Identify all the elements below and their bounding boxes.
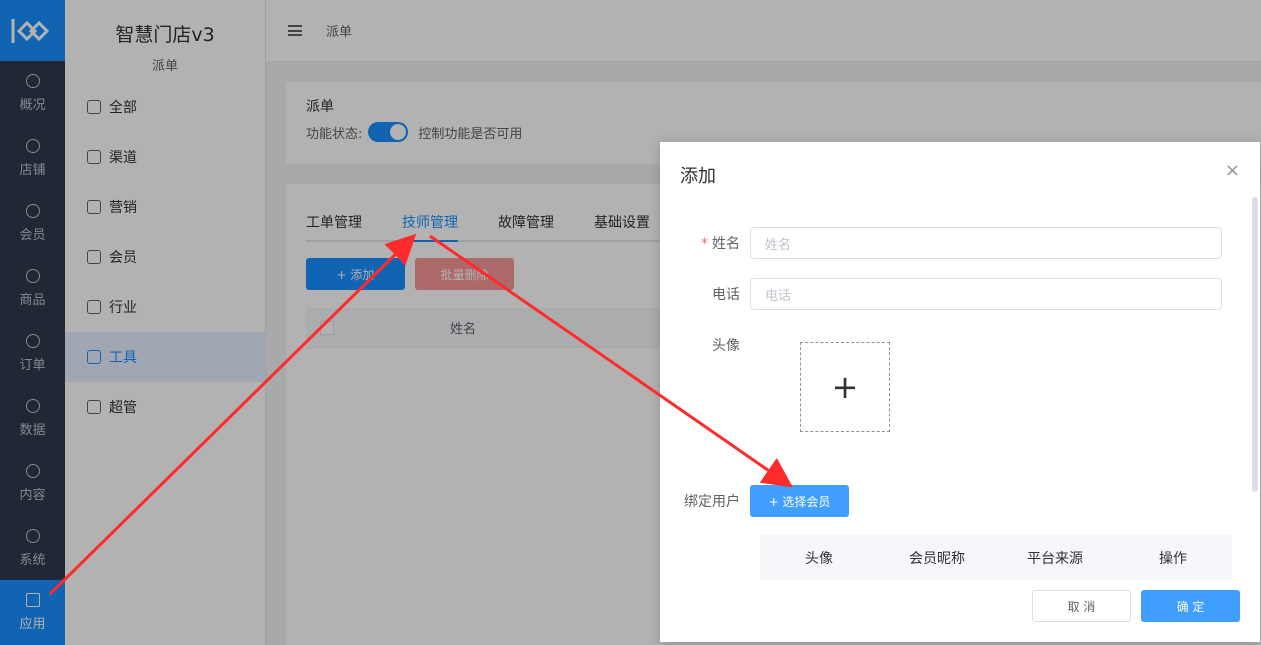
plus-icon: +: [831, 368, 859, 406]
member-table-header: 头像 会员昵称 平台来源 操作: [760, 535, 1232, 580]
cancel-button[interactable]: 取 消: [1032, 590, 1131, 622]
column-actions: 操作: [1159, 550, 1187, 567]
bind-user-label: 绑定用户: [684, 494, 740, 510]
dialog-scrollbar[interactable]: [1252, 197, 1258, 492]
add-dialog: 添加 × * 姓名 姓名 电话 电话 头像 + 绑定用户 + 选择会员 头像 会员…: [660, 142, 1260, 642]
select-member-button[interactable]: + 选择会员: [750, 485, 849, 517]
column-nickname: 会员昵称: [909, 550, 965, 567]
name-input[interactable]: 姓名: [750, 227, 1222, 259]
avatar-label: 头像: [712, 338, 740, 354]
avatar-uploader[interactable]: +: [800, 342, 890, 432]
name-label: * 姓名: [701, 236, 740, 252]
required-mark: *: [701, 236, 708, 252]
column-avatar: 头像: [805, 550, 833, 567]
confirm-button[interactable]: 确 定: [1141, 590, 1240, 622]
column-platform: 平台来源: [1027, 550, 1083, 567]
dialog-title: 添加: [680, 166, 716, 187]
phone-label: 电话: [712, 287, 740, 303]
close-icon[interactable]: ×: [1225, 160, 1240, 181]
phone-input[interactable]: 电话: [750, 278, 1222, 310]
